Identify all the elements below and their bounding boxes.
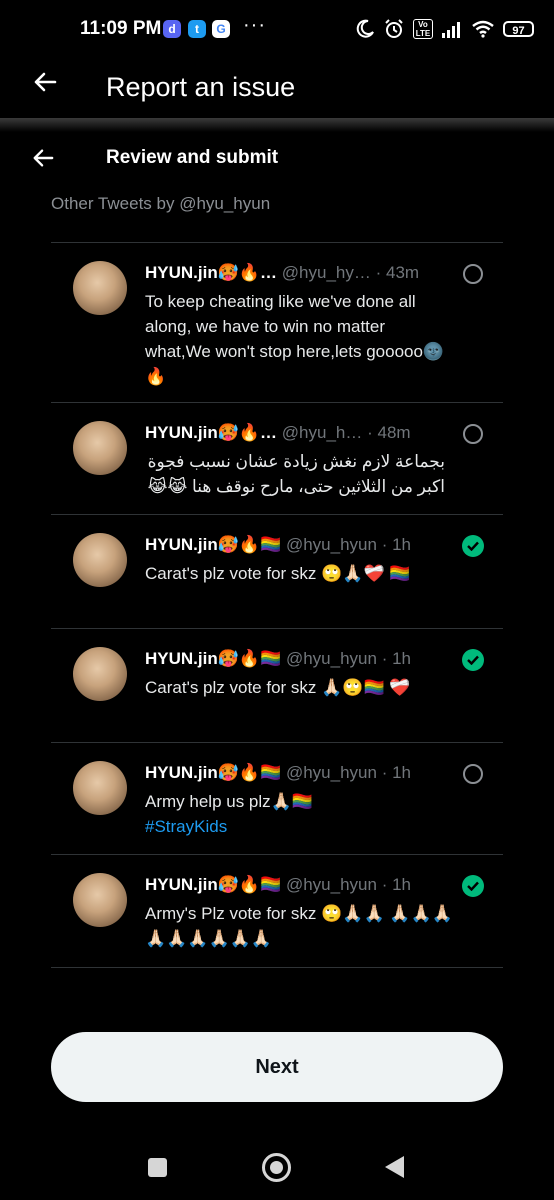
home-button[interactable] bbox=[262, 1153, 291, 1182]
tweet-author: HYUN.jin🥵🔥🏳️‍🌈 bbox=[145, 763, 282, 782]
signal-icon bbox=[442, 22, 460, 38]
discord-icon: d bbox=[163, 20, 181, 38]
page-title: Report an issue bbox=[106, 72, 296, 102]
tweet-row[interactable]: HYUN.jin🥵🔥🏳️‍🌈 @hyu_hyun · 1h Army's Plz… bbox=[51, 854, 503, 968]
tweet-select-radio[interactable] bbox=[463, 424, 483, 444]
tweet-time: · 1h bbox=[381, 763, 411, 782]
avatar bbox=[73, 761, 127, 815]
more-notifications-icon: ··· bbox=[243, 14, 266, 36]
tweet-time: · 1h bbox=[381, 875, 411, 894]
arrow-left-icon bbox=[33, 149, 54, 167]
section-label: Other Tweets by @hyu_hyun bbox=[51, 194, 271, 213]
twitter-icon: t bbox=[188, 20, 206, 38]
tweet-list: HYUN.jin🥵🔥… @hyu_hy… · 43m To keep cheat… bbox=[51, 242, 503, 968]
system-back-button[interactable] bbox=[385, 1156, 404, 1178]
tweet-row[interactable]: HYUN.jin🥵🔥🏳️‍🌈 @hyu_hyun · 1h Carat's pl… bbox=[51, 628, 503, 742]
checkmark-icon bbox=[467, 881, 479, 891]
header-divider bbox=[0, 118, 554, 132]
status-time: 11:09 PM bbox=[80, 18, 162, 39]
next-button[interactable]: Next bbox=[51, 1032, 503, 1102]
hashtag-link[interactable]: #StrayKids bbox=[145, 814, 455, 839]
avatar bbox=[73, 421, 127, 475]
avatar bbox=[73, 533, 127, 587]
tweet-time: · 43m bbox=[375, 263, 420, 282]
tweet-author: HYUN.jin🥵🔥… bbox=[145, 263, 278, 282]
tweet-text: بجماعة لازم نغش زيادة عشان نسبب فجوة اكب… bbox=[147, 452, 445, 496]
tweet-selected-check[interactable] bbox=[462, 535, 484, 557]
wifi-icon bbox=[472, 20, 494, 38]
tweet-handle: @hyu_hyun bbox=[285, 763, 377, 782]
tweet-text: Carat's plz vote for skz 🙏🏻🙄🏳️‍🌈 ❤️‍🩹 bbox=[145, 678, 411, 697]
tweet-text: Carat's plz vote for skz 🙄🙏🏻❤️‍🩹 🏳️‍🌈 bbox=[145, 564, 411, 583]
volte-icon: Vo LTE bbox=[413, 19, 433, 39]
step-title: Review and submit bbox=[106, 147, 279, 168]
tweet-handle: @hyu_hyun bbox=[285, 535, 377, 554]
recents-button[interactable] bbox=[148, 1158, 167, 1177]
tweet-text: Army's Plz vote for skz 🙄🙏🏻🙏🏻 🙏🏻🙏🏻🙏🏻🙏🏻🙏🏻… bbox=[145, 904, 453, 948]
tweet-handle: @hyu_hy… bbox=[281, 263, 371, 282]
sub-back-button[interactable] bbox=[32, 146, 54, 174]
moon-icon bbox=[356, 19, 374, 38]
google-icon: G bbox=[212, 20, 230, 38]
avatar bbox=[73, 261, 127, 315]
tweet-row[interactable]: HYUN.jin🥵🔥… @hyu_h… · 48m بجماعة لازم نغ… bbox=[51, 402, 503, 514]
tweet-time: · 1h bbox=[381, 535, 411, 554]
tweet-select-radio[interactable] bbox=[463, 764, 483, 784]
checkmark-icon bbox=[467, 541, 479, 551]
tweet-author: HYUN.jin🥵🔥… bbox=[145, 423, 278, 442]
tweet-time: · 1h bbox=[381, 649, 411, 668]
system-nav-bar bbox=[0, 1140, 554, 1200]
alarm-icon bbox=[385, 19, 403, 38]
status-bar: 11:09 PM d t G ··· Vo LTE 97 bbox=[0, 0, 554, 60]
tweet-author: HYUN.jin🥵🔥🏳️‍🌈 bbox=[145, 649, 282, 668]
tweet-handle: @hyu_hyun bbox=[285, 875, 377, 894]
avatar bbox=[73, 647, 127, 701]
arrow-left-icon bbox=[34, 72, 57, 92]
checkmark-icon bbox=[467, 655, 479, 665]
tweet-time: · 48m bbox=[367, 423, 411, 442]
tweet-row[interactable]: HYUN.jin🥵🔥🏳️‍🌈 @hyu_hyun · 1h Carat's pl… bbox=[51, 514, 503, 628]
tweet-handle: @hyu_hyun bbox=[285, 649, 377, 668]
tweet-author: HYUN.jin🥵🔥🏳️‍🌈 bbox=[145, 875, 282, 894]
avatar bbox=[73, 873, 127, 927]
back-button[interactable] bbox=[33, 70, 57, 99]
tweet-text: To keep cheating like we've done all alo… bbox=[145, 292, 445, 386]
battery-icon: 97 bbox=[503, 21, 534, 37]
tweet-author: HYUN.jin🥵🔥🏳️‍🌈 bbox=[145, 535, 282, 554]
system-icons: Vo LTE 97 bbox=[355, 17, 534, 41]
tweet-selected-check[interactable] bbox=[462, 649, 484, 671]
tweet-select-radio[interactable] bbox=[463, 264, 483, 284]
tweet-text: Army help us plz🙏🏻🏳️‍🌈 bbox=[145, 792, 313, 811]
tweet-row[interactable]: HYUN.jin🥵🔥🏳️‍🌈 @hyu_hyun · 1h Army help … bbox=[51, 742, 503, 854]
tweet-row[interactable]: HYUN.jin🥵🔥… @hyu_hy… · 43m To keep cheat… bbox=[51, 242, 503, 402]
tweet-selected-check[interactable] bbox=[462, 875, 484, 897]
tweet-handle: @hyu_h… bbox=[281, 423, 363, 442]
